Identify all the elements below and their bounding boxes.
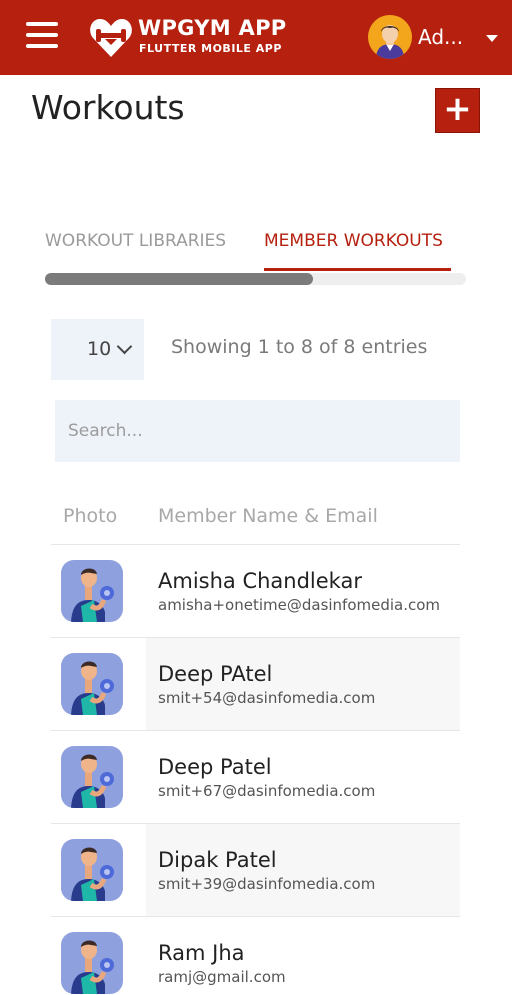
page-title: Workouts [31, 88, 185, 127]
tab-member-workouts[interactable]: MEMBER WORKOUTS [264, 231, 443, 251]
page-length-select[interactable]: 10 [51, 319, 144, 380]
entries-info: Showing 1 to 8 of 8 entries [171, 336, 428, 358]
horizontal-scrollbar-thumb[interactable] [45, 273, 313, 285]
caret-down-icon [486, 35, 498, 42]
heart-logo-icon [90, 19, 132, 57]
member-photo-icon [61, 746, 123, 808]
page-length-value: 10 [87, 338, 112, 360]
member-email: smit+54@dasinfomedia.com [158, 689, 376, 707]
column-header-photo: Photo [63, 505, 118, 527]
table-row[interactable]: Dipak Patel smit+39@dasinfomedia.com [51, 823, 460, 916]
member-email: smit+67@dasinfomedia.com [158, 782, 376, 800]
member-email: amisha+onetime@dasinfomedia.com [158, 596, 441, 614]
active-tab-indicator [264, 268, 451, 271]
tab-workout-libraries[interactable]: WORKOUT LIBRARIES [45, 231, 226, 251]
member-table: Amisha Chandlekar amisha+onetime@dasinfo… [51, 544, 460, 995]
user-menu[interactable]: Ad... [368, 15, 504, 61]
table-row[interactable]: Deep PAtel smit+54@dasinfomedia.com [51, 637, 460, 730]
member-name: Amisha Chandlekar [158, 569, 362, 593]
column-header-member: Member Name & Email [158, 505, 378, 527]
member-photo-icon [61, 560, 123, 622]
member-photo-icon [61, 839, 123, 901]
member-name: Ram Jha [158, 941, 245, 965]
member-name: Dipak Patel [158, 848, 277, 872]
member-email: ramj@gmail.com [158, 968, 286, 986]
table-row[interactable]: Ram Jha ramj@gmail.com [51, 916, 460, 995]
member-photo-icon [61, 932, 123, 994]
table-row[interactable]: Amisha Chandlekar amisha+onetime@dasinfo… [51, 544, 460, 637]
user-avatar-icon [368, 15, 412, 59]
menu-icon[interactable] [26, 22, 62, 52]
member-name: Deep PAtel [158, 662, 273, 686]
user-name: Ad... [418, 25, 464, 49]
app-tagline: FLUTTER MOBILE APP [139, 42, 282, 55]
add-workout-button[interactable]: + [435, 88, 480, 133]
member-photo-icon [61, 653, 123, 715]
app-name: WPGYM APP [138, 16, 287, 40]
chevron-down-icon [116, 338, 133, 355]
member-name: Deep Patel [158, 755, 272, 779]
app-bar: WPGYM APP FLUTTER MOBILE APP Ad... [0, 0, 512, 75]
search-input[interactable] [55, 400, 460, 462]
member-email: smit+39@dasinfomedia.com [158, 875, 376, 893]
table-row[interactable]: Deep Patel smit+67@dasinfomedia.com [51, 730, 460, 823]
